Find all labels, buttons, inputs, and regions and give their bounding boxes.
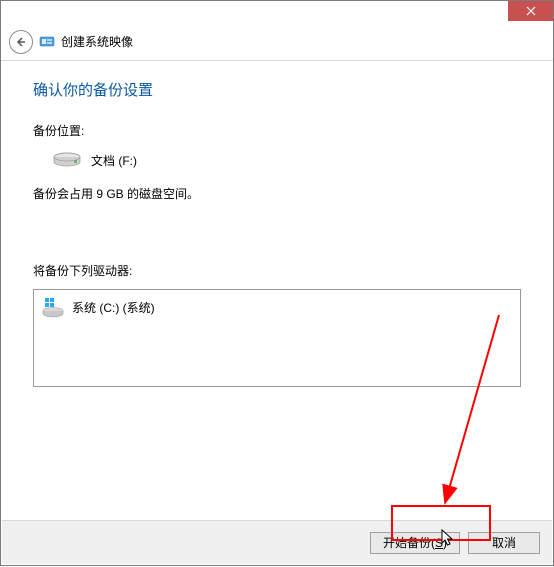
content-area: 确认你的备份设置 备份位置: 文档 (F:) 备份会占用 9 GB 的磁盘空间。… (1, 61, 553, 509)
backup-location-row: 文档 (F:) (51, 149, 521, 171)
backup-location-label: 备份位置: (33, 122, 521, 139)
confirm-heading: 确认你的备份设置 (33, 79, 521, 100)
drives-list: 系统 (C:) (系统) (33, 289, 521, 387)
window-title: 创建系统映像 (61, 33, 133, 50)
cancel-button[interactable]: 取消 (468, 532, 540, 554)
back-arrow-icon (15, 36, 27, 48)
hard-drive-icon (51, 149, 83, 171)
dialog-window: 创建系统映像 确认你的备份设置 备份位置: 文档 (F:) 备份会占用 9 GB… (0, 0, 554, 566)
system-image-icon (39, 34, 55, 50)
start-backup-label-pre: 开始备份( (383, 536, 435, 550)
drives-label: 将备份下列驱动器: (33, 262, 521, 279)
header-bar: 创建系统映像 (1, 23, 553, 61)
start-backup-accel: S (435, 536, 443, 550)
backup-size-text: 备份会占用 9 GB 的磁盘空间。 (33, 185, 521, 202)
cancel-label: 取消 (492, 536, 516, 550)
drive-label: 系统 (C:) (系统) (72, 299, 155, 316)
drive-row: 系统 (C:) (系统) (42, 296, 512, 318)
start-backup-label-post: ) (443, 536, 447, 550)
windows-drive-icon (42, 296, 64, 318)
title-bar (1, 1, 553, 23)
back-button[interactable] (9, 30, 33, 54)
backup-location-value: 文档 (F:) (91, 152, 137, 169)
start-backup-button[interactable]: 开始备份(S) (370, 532, 460, 554)
close-button[interactable] (508, 1, 553, 21)
close-icon (526, 6, 536, 16)
footer-bar: 开始备份(S) 取消 (2, 520, 552, 564)
